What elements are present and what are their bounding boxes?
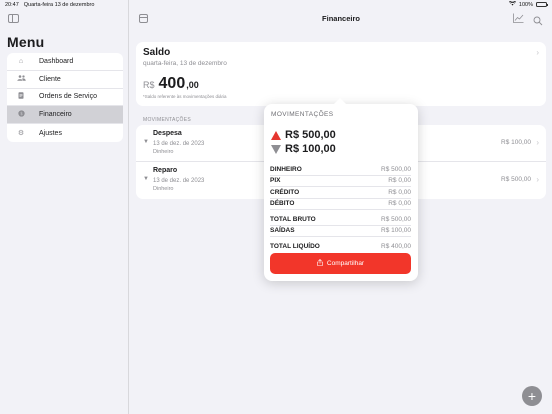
status-bar: 20:47 Quarta-feira 13 de dezembro 100%	[0, 0, 552, 9]
share-label: Compartilhar	[326, 260, 365, 267]
sidebar-item-ajustes[interactable]: ⚙ Ajustes	[7, 124, 123, 142]
tx-method: Dinheiro	[153, 186, 174, 192]
summary-table: DINHEIRO R$ 500,00 PIX R$ 0,00 CRÉDITO R…	[270, 164, 411, 253]
saldo-card[interactable]: Saldo quarta-feira, 13 de dezembro R$ 40…	[136, 42, 546, 106]
main-header: Financeiro	[130, 9, 552, 29]
status-date: Quarta-feira 13 de dezembro	[23, 1, 95, 8]
income-value: R$ 500,00	[285, 129, 336, 141]
page-title: Financeiro	[322, 14, 360, 23]
search-icon[interactable]	[533, 13, 543, 26]
popover-title: MOVIMENTAÇÕES	[271, 111, 334, 118]
summary-value: R$ 500,00	[381, 215, 411, 223]
summary-label: DÉBITO	[270, 200, 295, 208]
house-icon: ⌂	[18, 57, 24, 65]
summary-row: PIX R$ 0,00	[270, 176, 411, 187]
saldo-currency: R$	[143, 80, 155, 90]
tx-value: R$ 500,00	[501, 176, 531, 183]
tx-title: Despesa	[153, 130, 182, 137]
gear-icon: ⚙	[17, 130, 25, 138]
summary-label: TOTAL LIQUÍDO	[270, 243, 320, 251]
tx-method: Dinheiro	[153, 149, 174, 155]
summary-label: TOTAL BRUTO	[270, 215, 316, 223]
expense-value: R$ 100,00	[285, 143, 336, 155]
sidebar-item-ordens-de-servico[interactable]: Ordens de Serviço	[7, 89, 123, 107]
arrow-down-icon	[271, 144, 281, 154]
summary-value: R$ 400,00	[381, 243, 411, 251]
saldo-integer: 400	[158, 75, 186, 92]
saldo-amount: R$ 400 ,00	[143, 75, 199, 93]
chevron-right-icon: ›	[536, 138, 539, 147]
menu-title: Menu	[7, 34, 45, 50]
saldo-decimal: ,00	[186, 80, 199, 90]
income-total: R$ 500,00	[271, 129, 336, 141]
sidebar-item-dashboard[interactable]: ⌂ Dashboard	[7, 53, 123, 71]
share-icon	[317, 259, 323, 268]
sidebar-item-label: Cliente	[39, 75, 61, 83]
saldo-title: Saldo	[143, 47, 171, 58]
menu-list: ⌂ Dashboard Cliente Ordens de Serviço $ …	[7, 53, 123, 142]
battery-percent: 100%	[518, 1, 533, 8]
sidebar-toggle-icon[interactable]	[8, 14, 19, 23]
summary-value: R$ 0,00	[388, 177, 411, 185]
saldo-date: quarta-feira, 13 de dezembro	[143, 60, 227, 67]
popover-arrow	[333, 98, 347, 105]
summary-row: DÉBITO R$ 0,00	[270, 199, 411, 210]
wifi-icon	[508, 0, 516, 8]
status-time: 20:47	[5, 1, 19, 8]
arrow-down-icon: ▼	[143, 139, 149, 145]
section-label: MOVIMENTAÇÕES	[143, 117, 191, 123]
tx-date: 13 de dez. de 2023	[153, 141, 205, 147]
summary-value: R$ 0,00	[388, 188, 411, 196]
sidebar-item-label: Ordens de Serviço	[39, 93, 97, 101]
tx-title: Reparo	[153, 167, 178, 174]
summary-row: TOTAL BRUTO R$ 500,00	[270, 214, 411, 226]
summary-row: TOTAL LIQUÍDO R$ 400,00	[270, 241, 411, 253]
money-icon: $	[15, 110, 27, 119]
saldo-note: *Saldo referente às movimentações diária	[143, 94, 227, 99]
summary-value: R$ 500,00	[381, 165, 411, 173]
summary-row: DINHEIRO R$ 500,00	[270, 164, 411, 176]
chevron-right-icon: ›	[536, 48, 539, 57]
summary-label: PIX	[270, 177, 281, 185]
summary-label: CRÉDITO	[270, 188, 300, 196]
tx-date: 13 de dez. de 2023	[153, 178, 205, 184]
sidebar: Menu ⌂ Dashboard Cliente Ordens de Servi…	[0, 0, 129, 414]
summary-value: R$ 0,00	[388, 200, 411, 208]
chevron-right-icon: ›	[536, 175, 539, 184]
battery-icon	[536, 2, 548, 7]
sidebar-item-cliente[interactable]: Cliente	[7, 71, 123, 89]
arrow-up-icon	[271, 130, 281, 140]
expense-total: R$ 100,00	[271, 143, 336, 155]
add-button[interactable]: +	[522, 386, 542, 406]
arrow-down-icon: ▼	[143, 176, 149, 182]
sidebar-item-label: Dashboard	[39, 57, 74, 65]
summary-row: CRÉDITO R$ 0,00	[270, 187, 411, 199]
people-icon	[15, 75, 27, 83]
summary-row: SAÍDAS R$ 100,00	[270, 226, 411, 237]
sidebar-item-label: Ajustes	[39, 129, 62, 137]
share-button[interactable]: Compartilhar	[270, 253, 411, 274]
document-icon	[15, 92, 27, 101]
summary-label: DINHEIRO	[270, 165, 302, 173]
summary-label: SAÍDAS	[270, 227, 295, 235]
sidebar-item-financeiro[interactable]: $ Financeiro	[7, 106, 123, 125]
tx-value: R$ 100,00	[501, 139, 531, 146]
sidebar-item-label: Financeiro	[39, 111, 72, 119]
chart-icon[interactable]	[513, 13, 524, 23]
summary-value: R$ 100,00	[381, 227, 411, 235]
